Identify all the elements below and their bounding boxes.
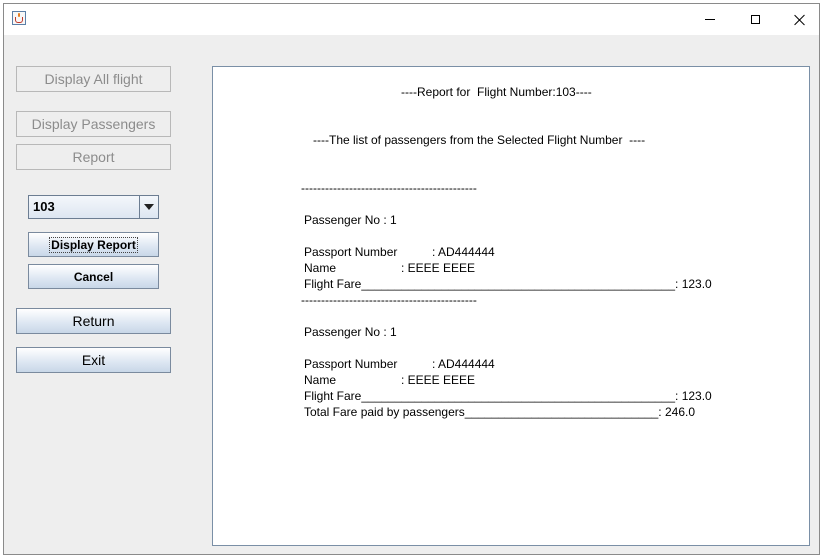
name-value: : EEEE EEEE [401,261,476,275]
display-all-flight-label: Display All flight [44,71,143,87]
name-label: Name [304,373,337,387]
report-label: Report [72,149,115,165]
close-icon [794,14,806,26]
display-passengers-button[interactable]: Display Passengers [16,111,171,137]
report-button[interactable]: Report [16,144,171,170]
total-fare-line: Total Fare paid by passengers___________… [304,405,695,419]
separator-line: ----------------------------------------… [301,181,477,195]
close-button[interactable] [777,4,823,35]
dropdown-arrow-button[interactable] [139,196,158,218]
flight-fare-line: Flight Fare_____________________________… [304,277,712,291]
maximize-button[interactable] [732,4,778,35]
exit-button[interactable]: Exit [16,347,171,373]
title-bar[interactable] [4,4,819,35]
passenger-number: Passenger No : 1 [304,325,397,339]
maximize-icon [750,15,760,24]
passport-value: : AD444444 [432,357,495,371]
exit-label: Exit [81,352,106,368]
minimize-button[interactable] [687,4,733,35]
separator-line: ----------------------------------------… [301,293,477,307]
minimize-icon [705,19,715,20]
report-subheader: ----The list of passengers from the Sele… [313,133,646,147]
chevron-down-icon [144,204,154,210]
report-header: ----Report for Flight Number:103---- [401,85,592,99]
name-label: Name [304,261,337,275]
display-report-label: Display Report [49,236,138,253]
java-cup-icon [12,11,26,25]
display-passengers-label: Display Passengers [31,116,156,132]
passenger-number: Passenger No : 1 [304,213,397,227]
return-button[interactable]: Return [16,308,171,334]
cancel-button[interactable]: Cancel [28,264,159,289]
display-all-flight-button[interactable]: Display All flight [16,66,171,92]
return-label: Return [72,313,115,329]
display-report-button[interactable]: Display Report [28,232,159,257]
app-window: Display All flight Display Passengers Re… [3,3,820,555]
flight-number-value: 103 [33,199,55,214]
flight-fare-line: Flight Fare_____________________________… [304,389,712,403]
passport-value: : AD444444 [432,245,495,259]
report-text-area[interactable]: ----Report for Flight Number:103---- ---… [212,66,810,546]
name-value: : EEEE EEEE [401,373,476,387]
passport-label: Passport Number [304,245,398,259]
cancel-label: Cancel [73,269,114,284]
passport-label: Passport Number [304,357,398,371]
flight-number-select[interactable]: 103 [28,195,159,219]
